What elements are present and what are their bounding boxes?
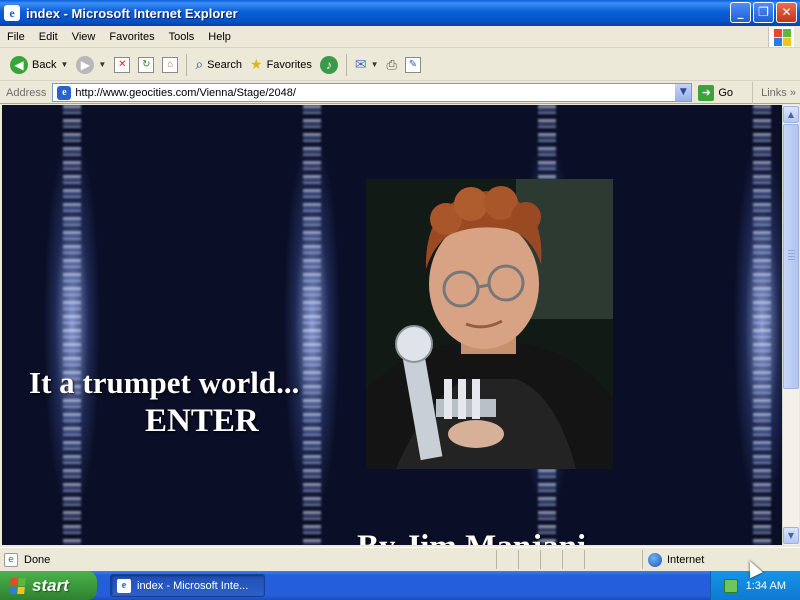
background-stripe [303,105,321,545]
taskbar: start e index - Microsoft Inte... 1:34 A… [0,571,800,600]
globe-icon [648,553,662,567]
back-arrow-icon: ◀ [10,55,28,74]
status-bar: e Done Internet [0,547,800,571]
background-stripe [63,105,81,545]
scroll-grip-icon [788,250,795,260]
start-button[interactable]: start [0,571,97,600]
favorites-label: Favorites [266,58,312,71]
search-icon: ⌕ [195,56,204,72]
background-stripe [753,105,771,545]
standard-toolbar: ◀ Back ▼ ▶ ▼ ✕ ↻ ⌂ ⌕ Search ★ Favorites … [0,49,800,81]
portrait-image [366,179,613,469]
forward-button[interactable]: ▶ ▼ [72,52,110,78]
windows-logo-icon [768,27,794,47]
media-icon: ♪ [319,55,338,74]
address-label: Address [6,86,47,99]
home-icon: ⌂ [162,56,179,73]
page-headline: It a trumpet world... [29,365,300,400]
links-button[interactable]: Links » [752,82,800,104]
window-controls: _ ❐ ✕ [730,2,797,23]
scroll-down-button[interactable]: ▼ [783,527,799,544]
minimize-button[interactable]: _ [730,2,751,23]
mail-dropdown-icon[interactable]: ▼ [371,60,379,69]
clock[interactable]: 1:34 AM [746,580,786,592]
window-title: index - Microsoft Internet Explorer [26,5,238,21]
status-text: Done [24,553,51,566]
address-dropdown-icon[interactable]: ▼ [675,84,692,101]
status-divider [518,550,519,569]
status-divider [584,550,585,569]
forward-dropdown-icon[interactable]: ▼ [98,60,106,69]
page-content: It a trumpet world... ENTER By Jim Manja… [2,105,782,545]
status-divider [642,550,643,569]
edit-icon: ✎ [404,56,421,73]
menu-file[interactable]: File [0,31,32,43]
menu-bar: File Edit View Favorites Tools Help [0,26,800,48]
refresh-icon: ↻ [138,56,155,73]
mail-icon: ✉ [354,56,367,72]
trumpeter-photo [366,179,613,469]
back-label: Back [32,58,57,71]
search-label: Search [207,58,243,71]
ie-icon: e [117,578,131,593]
status-divider [562,550,563,569]
stop-button[interactable]: ✕ [110,52,134,78]
menu-help[interactable]: Help [201,31,238,43]
media-button[interactable]: ♪ [316,52,342,78]
security-zone: Internet [648,548,704,572]
title-bar: e index - Microsoft Internet Explorer _ … [0,0,800,26]
toolbar-separator [186,53,188,76]
address-bar: Address e http://www.geocities.com/Vienn… [0,82,800,104]
zone-label: Internet [667,554,705,566]
back-dropdown-icon[interactable]: ▼ [60,60,68,69]
print-icon: ⎙ [386,56,397,72]
address-input[interactable]: e http://www.geocities.com/Vienna/Stage/… [52,83,693,102]
scroll-up-button[interactable]: ▲ [783,106,799,123]
vertical-scrollbar[interactable]: ▲ ▼ [782,105,799,545]
mail-button[interactable]: ✉ ▼ [351,52,383,78]
back-button[interactable]: ◀ Back ▼ [6,52,72,78]
favorites-button[interactable]: ★ Favorites [246,52,316,78]
links-label: Links [761,87,787,99]
status-divider [540,550,541,569]
print-button[interactable]: ⎙ [382,52,400,78]
close-button[interactable]: ✕ [776,2,797,23]
menu-view[interactable]: View [65,31,103,43]
taskbar-ie-window[interactable]: e index - Microsoft Inte... [110,574,265,597]
status-divider [496,550,497,569]
windows-flag-icon [9,577,27,594]
start-label: start [32,575,69,595]
forward-arrow-icon: ▶ [76,55,95,74]
maximize-button[interactable]: ❐ [753,2,774,23]
menu-edit[interactable]: Edit [32,31,65,43]
author-byline: By Jim Manjani [357,529,586,545]
refresh-button[interactable]: ↻ [134,52,158,78]
menu-favorites[interactable]: Favorites [102,31,161,43]
page-done-icon: e [4,552,18,567]
go-button[interactable]: ➜ Go [698,84,734,101]
star-icon: ★ [250,56,263,72]
menu-tools[interactable]: Tools [162,31,202,43]
home-button[interactable]: ⌂ [158,52,182,78]
ie-icon: e [4,5,20,21]
go-arrow-icon: ➜ [698,84,715,101]
enter-link[interactable]: ENTER [145,403,259,440]
go-label: Go [718,86,734,99]
page-icon: e [57,85,72,100]
edit-button[interactable]: ✎ [401,52,425,78]
taskbar-window-label: index - Microsoft Inte... [137,579,249,592]
scroll-thumb[interactable] [783,124,799,389]
toolbar-separator [345,53,347,76]
search-button[interactable]: ⌕ Search [191,52,246,78]
network-icon[interactable] [723,578,738,593]
address-url[interactable]: http://www.geocities.com/Vienna/Stage/20… [75,87,296,99]
chevron-right-icon: » [789,87,796,99]
stop-icon: ✕ [114,56,131,73]
